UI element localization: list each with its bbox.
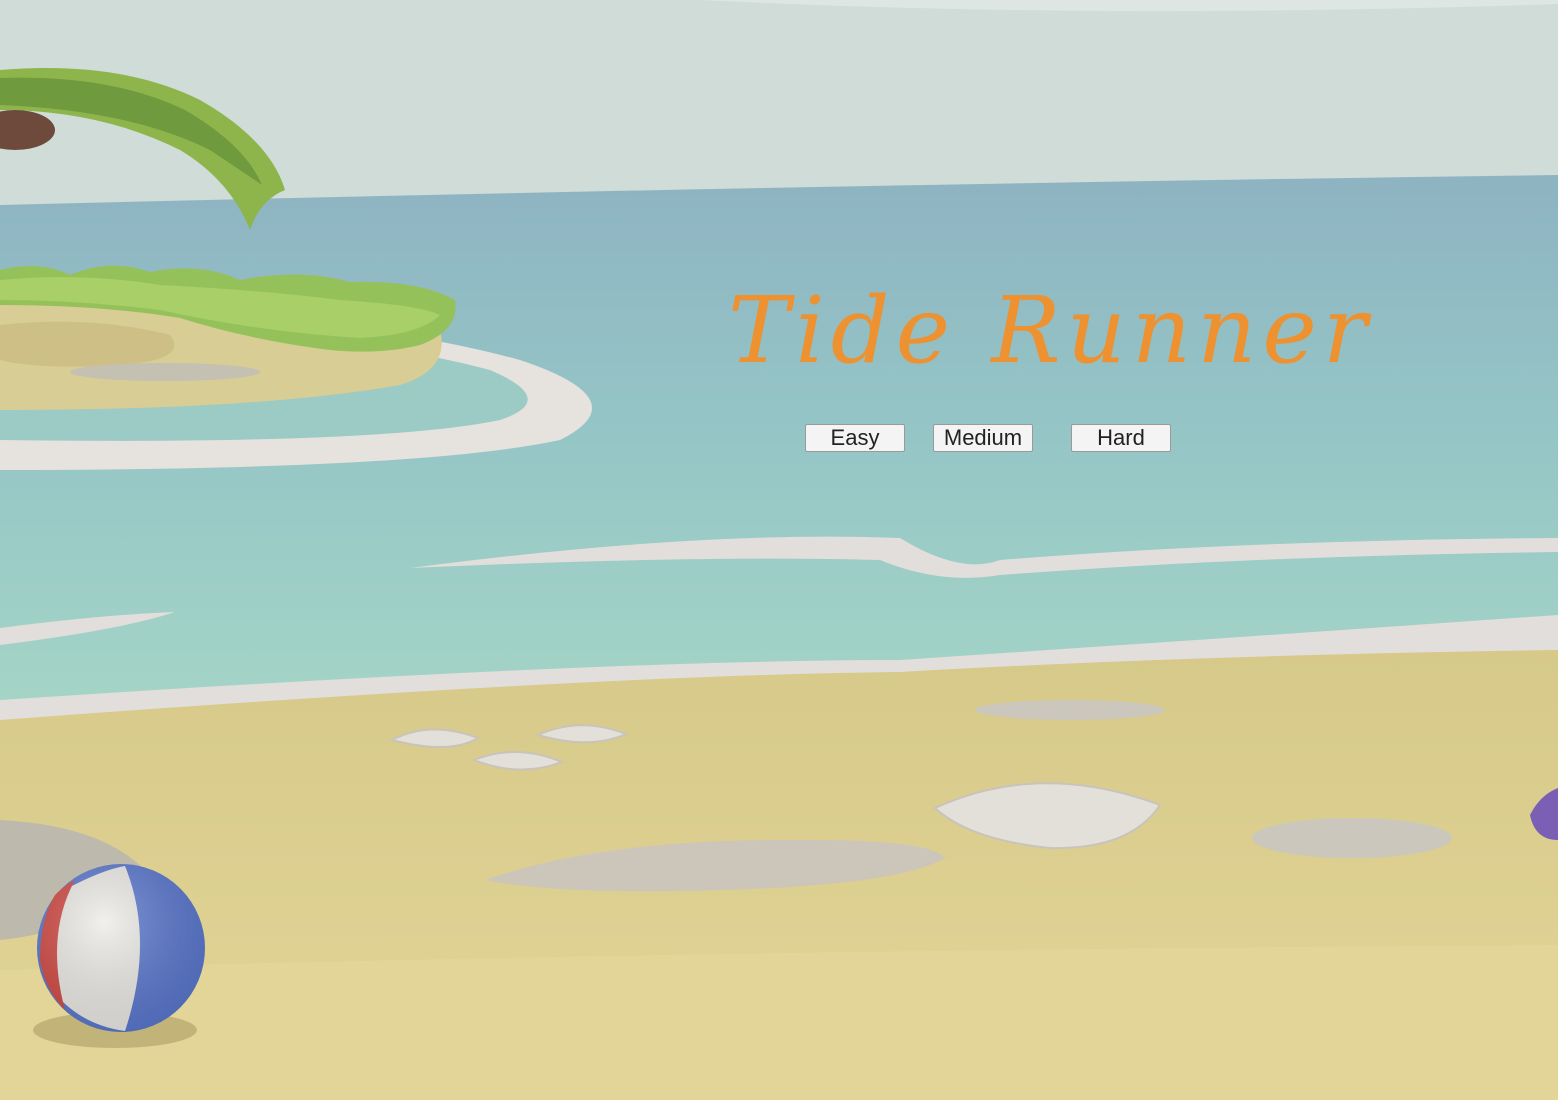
game-title: Tide Runner [728,277,1373,384]
game-scene: Tide Runner Easy Medium Hard [0,0,1558,1100]
beach-ball [33,864,205,1048]
sand-lower [0,945,1558,1100]
hard-button[interactable]: Hard [1071,424,1171,452]
beach-background [0,0,1558,1100]
medium-button[interactable]: Medium [933,424,1033,452]
easy-button[interactable]: Easy [805,424,905,452]
